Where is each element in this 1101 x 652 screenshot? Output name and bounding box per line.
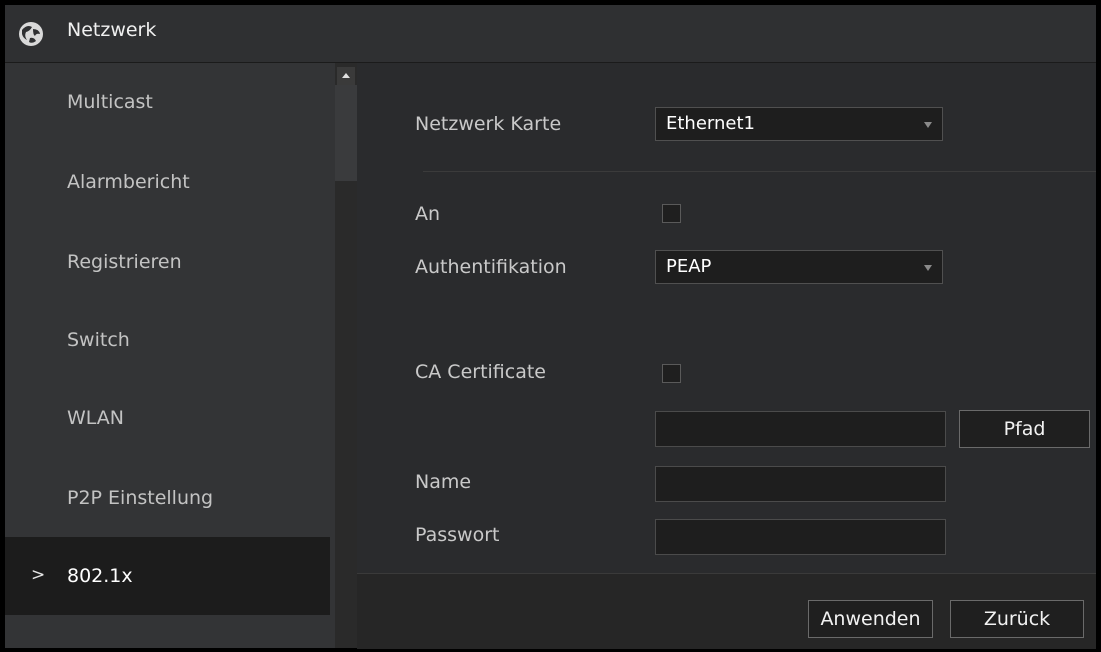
sidebar-item-wlan[interactable]: WLAN xyxy=(5,379,330,457)
globe-logo-icon xyxy=(18,21,44,47)
sidebar-item-label: WLAN xyxy=(67,407,125,429)
authentication-value: PEAP xyxy=(666,256,712,277)
action-bar: Anwenden Zurück xyxy=(357,573,1096,649)
chevron-right-icon: > xyxy=(31,565,46,585)
title-bar: Netzwerk xyxy=(5,5,1096,63)
dropdown-arrow-icon xyxy=(924,122,932,128)
sidebar-item-label: Multicast xyxy=(67,91,153,113)
sidebar-item-multicast[interactable]: Multicast xyxy=(5,63,330,141)
divider xyxy=(423,171,1096,172)
scroll-up-arrow-icon[interactable] xyxy=(337,67,355,85)
sidebar: Multicast Alarmbericht Registrieren Swit… xyxy=(5,63,335,648)
enable-checkbox[interactable] xyxy=(662,204,681,223)
sidebar-item-label: Registrieren xyxy=(67,251,182,273)
sidebar-item-label: Switch xyxy=(67,329,130,351)
network-card-select[interactable]: Ethernet1 xyxy=(655,107,943,141)
ca-certificate-checkbox[interactable] xyxy=(662,364,681,383)
network-card-value: Ethernet1 xyxy=(666,113,755,134)
dropdown-arrow-icon xyxy=(924,265,932,271)
authentication-label: Authentifikation xyxy=(415,256,567,278)
name-field[interactable] xyxy=(655,466,946,502)
sidebar-item-label: P2P Einstellung xyxy=(67,487,214,509)
sidebar-item-alarmbericht[interactable]: Alarmbericht xyxy=(5,143,330,221)
sidebar-scrollbar[interactable] xyxy=(335,63,357,648)
certificate-path-field[interactable] xyxy=(655,411,946,447)
enable-label: An xyxy=(415,203,441,225)
sidebar-item-switch[interactable]: Switch xyxy=(5,301,330,379)
password-label: Passwort xyxy=(415,524,500,546)
path-button[interactable]: Pfad xyxy=(959,410,1090,448)
name-label: Name xyxy=(415,471,472,493)
sidebar-item-registrieren[interactable]: Registrieren xyxy=(5,223,330,301)
sidebar-item-p2p-einstellung[interactable]: P2P Einstellung xyxy=(5,459,330,537)
apply-button[interactable]: Anwenden xyxy=(808,600,933,638)
back-button[interactable]: Zurück xyxy=(950,600,1084,638)
settings-panel: Netzwerk Karte Ethernet1 An Authentifika… xyxy=(357,63,1096,649)
password-field[interactable] xyxy=(655,519,946,555)
window: Netzwerk Multicast Alarmbericht Registri… xyxy=(5,5,1096,649)
authentication-select[interactable]: PEAP xyxy=(655,250,943,284)
sidebar-item-label: 802.1x xyxy=(67,565,133,587)
ca-certificate-label: CA Certificate xyxy=(415,361,546,383)
sidebar-item-label: Alarmbericht xyxy=(67,171,190,193)
sidebar-item-8021x[interactable]: > 802.1x xyxy=(5,537,330,615)
network-card-label: Netzwerk Karte xyxy=(415,113,562,135)
window-title: Netzwerk xyxy=(67,19,157,41)
scrollbar-thumb[interactable] xyxy=(335,85,357,181)
